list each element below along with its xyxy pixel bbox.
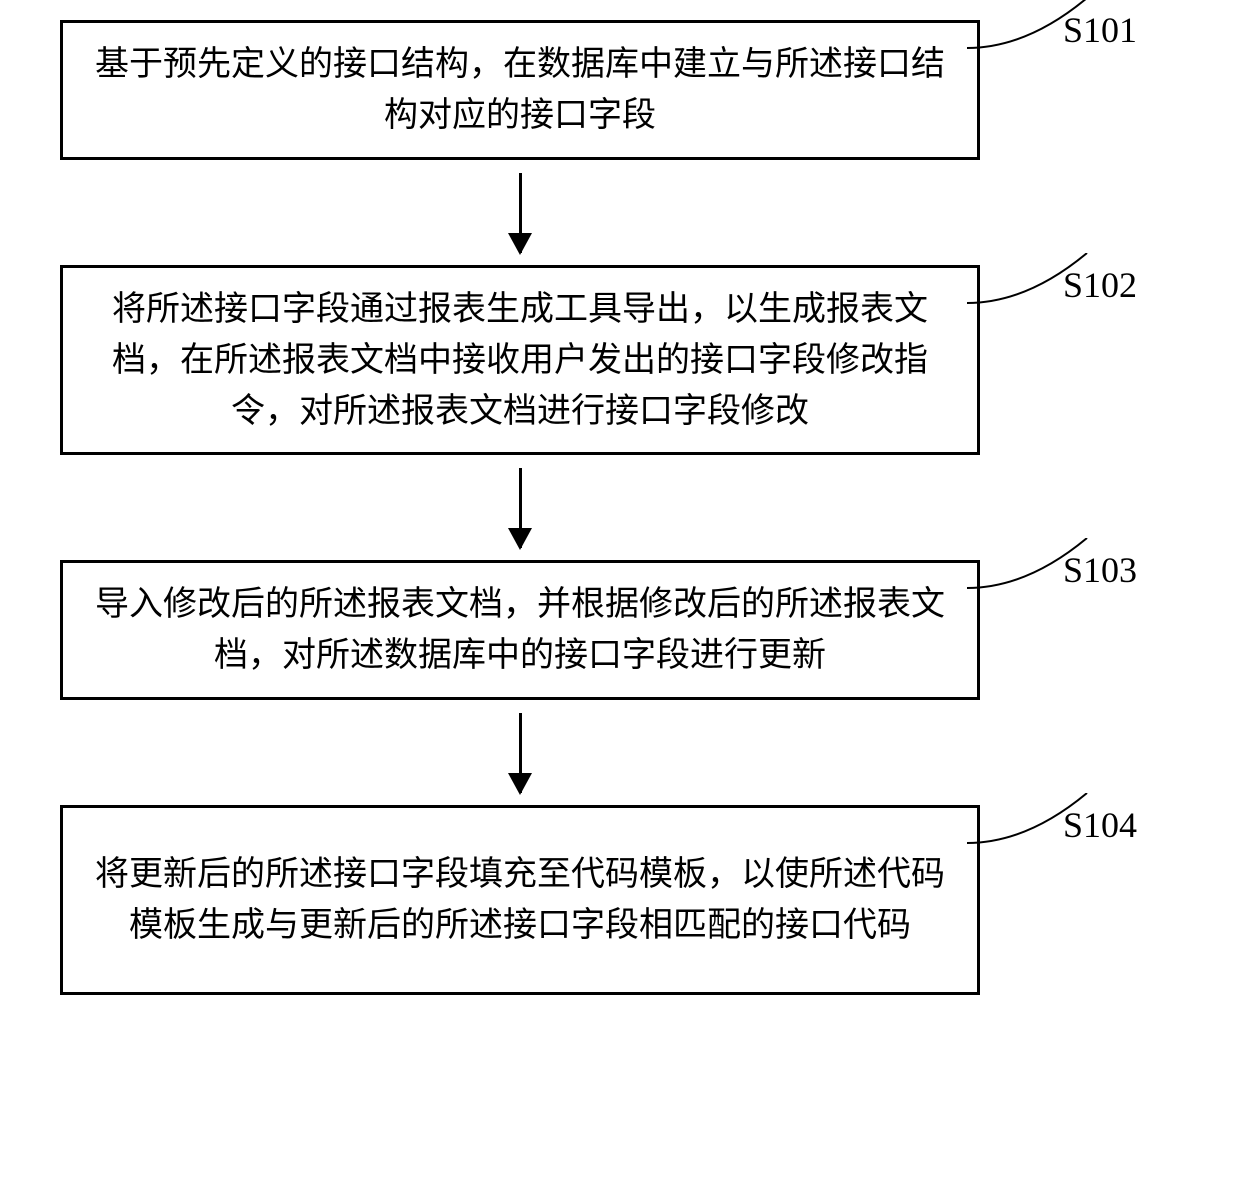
step-box-3: 导入修改后的所述报表文档，并根据修改后的所述报表文档，对所述数据库中的接口字段进… — [60, 560, 980, 700]
arrow-head-icon — [508, 233, 532, 255]
arrow-head-icon — [508, 773, 532, 795]
step-text-2: 将所述接口字段通过报表生成工具导出，以生成报表文档，在所述报表文档中接收用户发出… — [93, 284, 947, 437]
step-box-2: 将所述接口字段通过报表生成工具导出，以生成报表文档，在所述报表文档中接收用户发出… — [60, 265, 980, 455]
arrow-1 — [60, 160, 980, 265]
arrow-head-icon — [508, 528, 532, 550]
flowchart-container: 基于预先定义的接口结构，在数据库中建立与所述接口结构对应的接口字段 S101 将… — [60, 20, 1180, 995]
step-label-4: S104 — [1063, 798, 1137, 852]
arrow-2 — [60, 455, 980, 560]
step-text-1: 基于预先定义的接口结构，在数据库中建立与所述接口结构对应的接口字段 — [93, 39, 947, 141]
arrow-3 — [60, 700, 980, 805]
step-box-1: 基于预先定义的接口结构，在数据库中建立与所述接口结构对应的接口字段 S101 — [60, 20, 980, 160]
step-text-4: 将更新后的所述接口字段填充至代码模板，以使所述代码模板生成与更新后的所述接口字段… — [93, 849, 947, 951]
step-box-4: 将更新后的所述接口字段填充至代码模板，以使所述代码模板生成与更新后的所述接口字段… — [60, 805, 980, 995]
arrow-line-icon — [519, 713, 522, 793]
step-text-3: 导入修改后的所述报表文档，并根据修改后的所述报表文档，对所述数据库中的接口字段进… — [93, 579, 947, 681]
step-label-2: S102 — [1063, 258, 1137, 312]
arrow-line-icon — [519, 173, 522, 253]
step-label-1: S101 — [1063, 3, 1137, 57]
step-label-3: S103 — [1063, 543, 1137, 597]
arrow-line-icon — [519, 468, 522, 548]
